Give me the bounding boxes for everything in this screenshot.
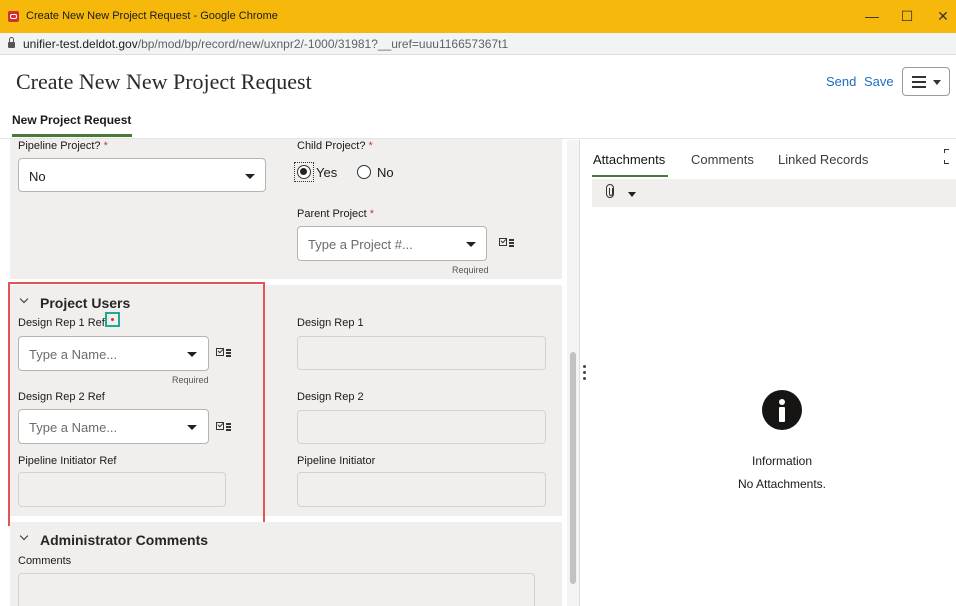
pipeline-project-select[interactable]: No <box>18 158 266 192</box>
tab-comments[interactable]: Comments <box>691 152 754 167</box>
design-rep-2-field <box>297 410 546 444</box>
paperclip-icon[interactable] <box>606 184 614 198</box>
tab-attachments[interactable]: Attachments <box>593 152 665 167</box>
minimize-button[interactable]: — <box>858 6 886 26</box>
scrollbar-thumb[interactable] <box>570 352 576 584</box>
pipeline-initiator-field <box>297 472 546 507</box>
comments-textarea[interactable] <box>18 573 535 606</box>
window-title: Create New New Project Request - Google … <box>26 10 278 22</box>
pane-divider <box>579 140 580 606</box>
parent-project-required-hint: Required <box>452 265 489 275</box>
project-users-highlight <box>8 282 265 526</box>
comments-label: Comments <box>18 555 72 567</box>
empty-state-title: Information <box>751 454 813 468</box>
chevron-down-icon <box>933 80 941 85</box>
child-project-no-radio[interactable] <box>357 165 371 179</box>
browser-title-bar: Create New New Project Request - Google … <box>0 0 956 33</box>
chevron-down-icon[interactable] <box>628 192 636 197</box>
design-rep-1-field <box>297 336 546 370</box>
oracle-app-icon <box>8 11 19 22</box>
pipeline-initiator-label: Pipeline Initiator <box>297 455 376 467</box>
resize-grip-icon[interactable] <box>583 365 586 381</box>
pipeline-project-value: No <box>29 169 46 184</box>
expand-icon[interactable] <box>944 149 950 165</box>
lock-icon <box>8 37 15 48</box>
address-bar[interactable]: unifier-test.deldot.gov/bp/mod/bp/record… <box>0 33 956 55</box>
chevron-down-icon <box>245 174 255 179</box>
attachments-toolbar <box>592 179 956 207</box>
tab-new-project-request[interactable]: New Project Request <box>12 113 131 127</box>
parent-project-input[interactable]: Type a Project #... <box>297 226 487 261</box>
design-rep-1-label: Design Rep 1 <box>297 317 364 329</box>
page-title: Create New New Project Request <box>16 69 312 94</box>
active-tab-indicator <box>592 175 668 177</box>
chevron-down-icon <box>466 242 476 247</box>
child-project-no-label[interactable]: No <box>377 165 394 180</box>
tab-linked-records[interactable]: Linked Records <box>778 152 868 167</box>
child-project-label: Child Project? * <box>297 140 373 152</box>
parent-project-placeholder: Type a Project #... <box>308 237 413 252</box>
maximize-button[interactable]: ☐ <box>893 6 921 26</box>
close-button[interactable]: ✕ <box>929 6 956 26</box>
picker-icon[interactable] <box>499 237 514 248</box>
pipeline-project-label: Pipeline Project? * <box>18 140 108 152</box>
url-host: unifier-test.deldot.gov <box>23 37 138 51</box>
child-project-yes-radio[interactable] <box>297 165 311 179</box>
url-path: /bp/mod/bp/record/new/uxnpr2/-1000/31981… <box>137 37 509 51</box>
admin-comments-title[interactable]: Administrator Comments <box>40 532 208 548</box>
design-rep-2-label: Design Rep 2 <box>297 391 364 403</box>
hamburger-icon <box>912 76 926 88</box>
save-button[interactable]: Save <box>864 74 894 89</box>
url-text[interactable]: unifier-test.deldot.gov/bp/mod/bp/record… <box>23 37 508 51</box>
actions-menu-button[interactable] <box>902 67 950 96</box>
send-button[interactable]: Send <box>826 74 856 89</box>
parent-project-label: Parent Project * <box>297 208 375 220</box>
information-icon <box>762 390 802 430</box>
empty-state-message: No Attachments. <box>737 477 827 491</box>
active-tab-indicator <box>12 134 132 137</box>
child-project-yes-label[interactable]: Yes <box>316 165 337 180</box>
